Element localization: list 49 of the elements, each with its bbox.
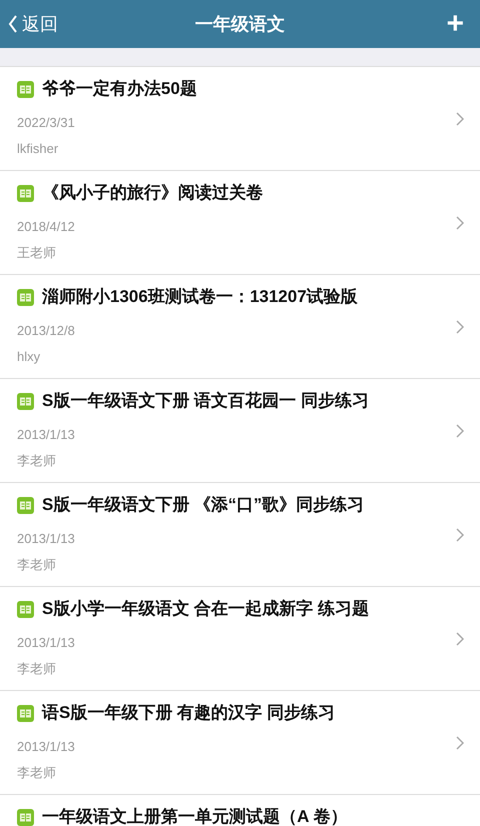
item-title: 《风小子的旅行》阅读过关卷 bbox=[42, 182, 263, 204]
item-title: 淄师附小1306班测试卷一：131207试验版 bbox=[42, 286, 358, 308]
chevron-icon bbox=[456, 632, 464, 646]
chevron-icon bbox=[456, 528, 464, 542]
item-title: S版小学一年级语文 合在一起成新字 练习题 bbox=[42, 598, 369, 620]
item-author: lkfisher bbox=[17, 140, 58, 158]
chevron-icon bbox=[456, 216, 464, 230]
item-author: 李老师 bbox=[17, 764, 56, 782]
list-item[interactable]: 语S版一年级下册 有趣的汉字 同步练习 2013/1/13 李老师 bbox=[0, 691, 480, 795]
document-icon bbox=[17, 808, 34, 826]
item-date: 2022/3/31 bbox=[17, 114, 75, 132]
item-date: 2018/4/12 bbox=[17, 218, 75, 236]
item-author: hlxy bbox=[17, 348, 40, 366]
item-date: 2013/1/13 bbox=[17, 738, 75, 756]
item-title: 一年级语文上册第一单元测试题（A 卷） bbox=[42, 806, 348, 826]
chevron-icon bbox=[456, 424, 464, 438]
document-icon bbox=[17, 184, 34, 202]
item-title: S版一年级语文下册 《添“口”歌》同步练习 bbox=[42, 494, 364, 516]
item-author: 李老师 bbox=[17, 452, 56, 470]
chevron-icon bbox=[456, 320, 464, 334]
chevron-icon bbox=[456, 736, 464, 750]
document-icon bbox=[17, 392, 34, 410]
chevron-icon bbox=[456, 112, 464, 126]
item-title: 爷爷一定有办法50题 bbox=[42, 78, 197, 100]
item-date: 2013/1/13 bbox=[17, 426, 75, 444]
back-icon bbox=[8, 15, 18, 33]
document-icon bbox=[17, 704, 34, 722]
item-date: 2013/12/8 bbox=[17, 322, 75, 340]
list-item[interactable]: 一年级语文上册第一单元测试题（A 卷） bbox=[0, 795, 480, 826]
item-author: 李老师 bbox=[17, 660, 56, 678]
document-icon bbox=[17, 80, 34, 98]
document-icon bbox=[17, 288, 34, 306]
list-item[interactable]: 淄师附小1306班测试卷一：131207试验版 2013/12/8 hlxy bbox=[0, 275, 480, 379]
item-author: 王老师 bbox=[17, 244, 56, 262]
page-title: 一年级语文 bbox=[195, 12, 285, 36]
list-item[interactable]: S版一年级语文下册 语文百花园一 同步练习 2013/1/13 李老师 bbox=[0, 379, 480, 483]
item-author: 李老师 bbox=[17, 556, 56, 574]
document-icon bbox=[17, 600, 34, 618]
item-title: S版一年级语文下册 语文百花园一 同步练习 bbox=[42, 390, 369, 412]
item-title: 语S版一年级下册 有趣的汉字 同步练习 bbox=[42, 702, 335, 724]
item-date: 2013/1/13 bbox=[17, 634, 75, 652]
list-item[interactable]: S版小学一年级语文 合在一起成新字 练习题 2013/1/13 李老师 bbox=[0, 587, 480, 691]
item-date: 2013/1/13 bbox=[17, 530, 75, 548]
list-item[interactable]: 爷爷一定有办法50题 2022/3/31 lkfisher bbox=[0, 67, 480, 171]
list-item[interactable]: 《风小子的旅行》阅读过关卷 2018/4/12 王老师 bbox=[0, 171, 480, 275]
add-button[interactable]: + bbox=[446, 9, 464, 39]
list-item[interactable]: S版一年级语文下册 《添“口”歌》同步练习 2013/1/13 李老师 bbox=[0, 483, 480, 587]
back-button[interactable]: 返回 bbox=[8, 10, 58, 38]
document-icon bbox=[17, 496, 34, 514]
